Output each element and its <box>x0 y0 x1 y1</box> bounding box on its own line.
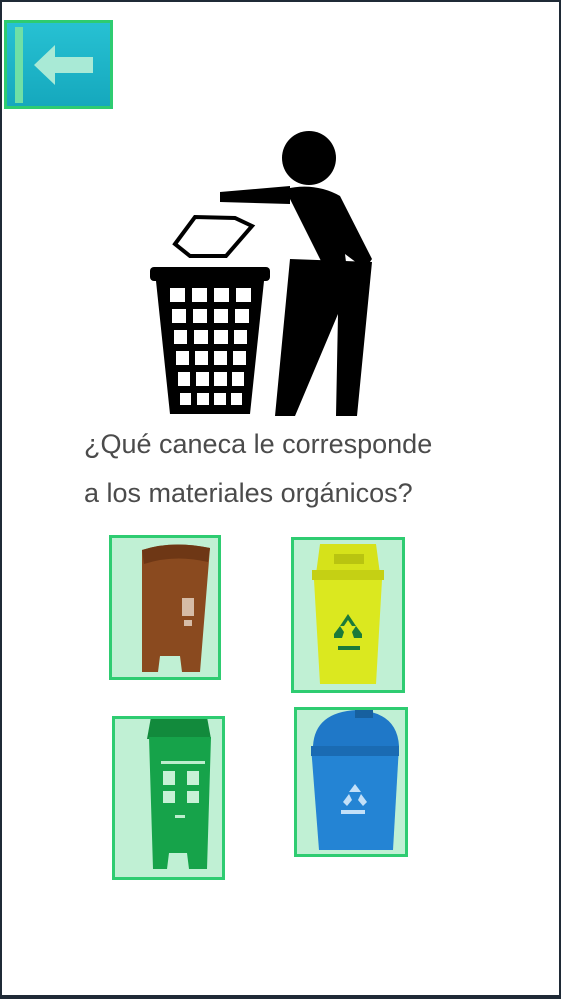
back-button[interactable] <box>4 20 113 109</box>
app-screen: ¿Qué caneca le corresponde a los materia… <box>2 2 559 995</box>
option-blue-bin[interactable] <box>294 707 408 857</box>
question-line-2: a los materiales orgánicos? <box>84 478 413 508</box>
option-brown-bin[interactable] <box>109 535 221 680</box>
green-bin-icon <box>147 719 211 869</box>
option-yellow-bin[interactable] <box>291 537 405 693</box>
arrow-left-icon <box>34 45 93 85</box>
person-throwing-trash-icon <box>150 131 372 416</box>
question-line-1: ¿Qué caneca le corresponde <box>84 429 433 459</box>
blue-bin-icon <box>311 710 399 850</box>
option-green-bin[interactable] <box>112 716 225 880</box>
brown-bin-icon <box>142 544 210 672</box>
yellow-bin-icon <box>312 544 384 684</box>
question-text: ¿Qué caneca le corresponde a los materia… <box>84 420 504 518</box>
